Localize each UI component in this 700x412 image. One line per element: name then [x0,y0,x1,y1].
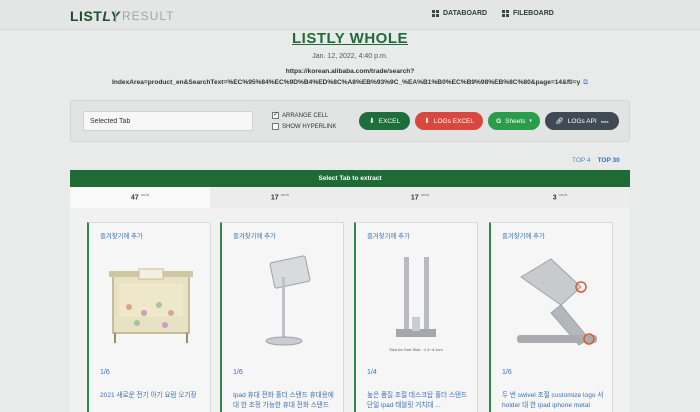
tab-count: 17 [270,194,279,202]
product-card: 즐겨찾기에 추가 1/6 Ipad 휴대 전화 홀더 스탠드 휴대용에 대 한 … [220,222,344,412]
tab-select-bar: Select Tab to extract [70,170,630,187]
image-count: 1/6 [502,369,512,376]
logs-api-button-label: LOGs API [567,117,597,125]
show-hyperlink-checkbox[interactable]: SHOW HYPERLINK [272,123,336,130]
add-favorite-link[interactable]: 즐겨찾기에 추가 [100,231,143,240]
link-icon: 🔗︎ [555,118,564,125]
source-url-text[interactable]: https://korean.alibaba.com/trade/search?… [112,68,580,86]
tab-4[interactable]: 3 cards [490,187,630,208]
tab-1[interactable]: 47 cards [70,187,210,208]
logo-separator: | [114,8,118,23]
product-title[interactable]: Ipad 휴대 전화 홀더 스탠드 휴대용에 대 한 조정 가능한 휴대 전화 … [233,391,339,411]
product-title[interactable]: 높은 품질 조절 데스크탑 홀더 스탠드 단일 ipad 태블릿 거치대 ... [367,391,473,411]
nav-databoard[interactable]: DATABOARD [432,10,487,17]
nav-fileboard-label: FILEBOARD [513,10,554,17]
size-caption: Size for One Side : 1.4~4.1cm [389,347,443,352]
external-link-icon[interactable]: ⧉ [583,79,588,86]
product-card: 즐겨찾기에 추가 Size for One Side : 1.4~4.1cm 1… [354,222,478,412]
page-title: LISTLY WHOLE [291,30,408,47]
source-url: https://korean.alibaba.com/trade/search?… [70,66,630,88]
show-hyperlink-label: SHOW HYPERLINK [282,123,337,130]
cards-area: 즐겨찾기에 추가 1/6 2021 새로운 전기 아기 요람 오기장 즐겨찾기에… [70,208,630,412]
product-title[interactable]: 2021 새로운 전기 아기 요람 오기장 [100,391,206,401]
google-g-icon: G [496,117,502,125]
top30-link[interactable]: TOP 30 [598,157,620,164]
nav-databoard-label: DATABOARD [443,10,488,17]
logs-excel-button[interactable]: ⬇ LOGs EXCEL [415,112,483,130]
excel-button[interactable]: ⬇ EXCEL [359,112,410,130]
tab-unit: cards [558,193,568,197]
image-count: 1/6 [233,369,243,376]
tab-count: 17 [410,194,419,202]
listly-logo[interactable]: LISTLY [70,8,120,24]
tab-unit: cards [280,193,290,197]
arrange-cell-checkbox[interactable]: ARRANGE CELL [272,110,329,119]
download-icon: ⬇ [368,118,375,125]
add-favorite-link[interactable]: 즐겨찾기에 추가 [233,231,276,240]
nav-fileboard[interactable]: FILEBOARD [502,10,554,17]
download-icon: ⬇ [424,118,430,125]
excel-button-label: EXCEL [378,117,401,125]
product-title[interactable]: 두 번 swivel 조절 customize logo 서 holder 대 … [502,391,608,411]
tab-unit: cards [140,193,150,197]
product-card: 즐겨찾기에 추가 1/6 2021 새로운 전기 아기 요람 오기장 [87,222,211,412]
baby-crib-image[interactable] [99,247,203,357]
tab-count: 3 [552,194,557,202]
add-favorite-link[interactable]: 즐겨찾기에 추가 [502,231,545,240]
foldable-stand-image[interactable] [501,247,605,357]
caret-down-icon: ▾ [529,118,532,124]
tab-list: 47 cards 17 cards 17 cards 3 cards [70,187,630,208]
logo-text-italic: LY [102,8,121,24]
beta-badge: beta [600,118,609,124]
tab-unit: cards [420,193,430,197]
top-bar: LISTLY | RESULT DATABOARD FILEBOARD [0,0,700,30]
grid-icon [502,10,509,17]
image-count: 1/6 [100,369,110,376]
add-favorite-link[interactable]: 즐겨찾기에 추가 [367,231,410,240]
checkbox-checked-icon[interactable] [272,110,279,119]
page-date: Jan. 12, 2022, 4:40 p.m. [312,53,388,60]
tablet-stand-image[interactable] [232,247,336,357]
image-count: 1/4 [367,369,377,376]
top4-link[interactable]: TOP 4 [572,157,591,164]
logo-subtitle: RESULT [122,9,175,23]
tab-3[interactable]: 17 cards [350,187,490,208]
grid-icon [432,10,439,17]
control-panel: ARRANGE CELL SHOW HYPERLINK ⬇ EXCEL ⬇ LO… [70,100,630,142]
checkbox-unchecked-icon[interactable] [272,123,279,130]
sheets-button[interactable]: G Sheets ▾ [488,112,540,130]
top-links: TOP 4 TOP 30 [572,157,620,164]
product-card: 즐겨찾기에 추가 1/6 두 번 swivel 조절 customize log… [489,222,613,412]
tab-2[interactable]: 17 cards [210,187,350,208]
dual-stand-image[interactable]: Size for One Side : 1.4~4.1cm [366,247,470,357]
sheets-button-label: Sheets [505,117,526,125]
selected-tab-input[interactable] [83,111,253,131]
tab-count: 47 [130,194,139,202]
logo-text: LIST [70,8,103,24]
logs-api-button[interactable]: 🔗︎ LOGs API beta [545,112,619,130]
arrange-cell-label: ARRANGE CELL [282,112,329,119]
logs-excel-button-label: LOGs EXCEL [433,117,474,125]
